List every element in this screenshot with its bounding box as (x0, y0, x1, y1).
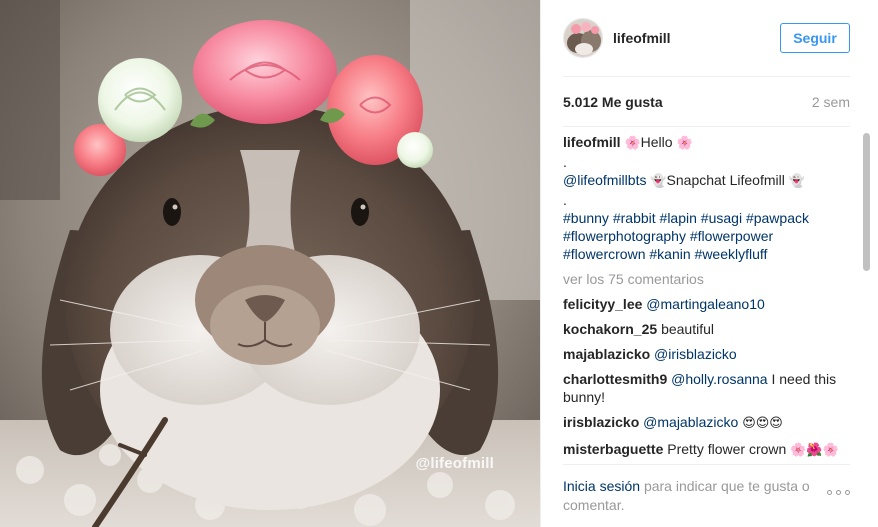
post-header: lifeofmill Seguir (563, 0, 850, 77)
caption-dot: . (563, 154, 567, 170)
likes-row: 5.012 Me gusta 2 sem (563, 78, 850, 127)
comment-item: kochakorn_25 beautiful (563, 320, 846, 338)
caption-first-line: lifeofmill 🌸Hello 🌸 (563, 133, 846, 153)
hashtag-link[interactable]: #bunny (563, 210, 609, 226)
header-username[interactable]: lifeofmill (613, 30, 671, 46)
avatar[interactable] (563, 18, 603, 58)
login-link[interactable]: Inicia sesión (563, 478, 640, 494)
flower-icon: 🌸🌺🌸 (790, 443, 839, 458)
blossom-icon: 🌸 (676, 136, 693, 151)
comment-username[interactable]: majablazicko (563, 346, 650, 362)
caption-text: Hello (640, 134, 673, 150)
rabbit-photo-illustration (0, 0, 540, 527)
comment-username[interactable]: misterbaguette (563, 441, 663, 457)
hashtag-link[interactable]: #usagi (701, 210, 742, 226)
comment-mention[interactable]: @irisblazicko (654, 346, 737, 362)
hashtag-link[interactable]: #lapin (660, 210, 697, 226)
snapchat-text: Snapchat Lifeofmill (666, 172, 785, 188)
hashtag-link[interactable]: #flowerpower (690, 228, 773, 244)
heart-eyes-icon: 😍😍😍 (742, 416, 783, 431)
hashtag-link[interactable]: #pawpack (746, 210, 809, 226)
follow-button[interactable]: Seguir (780, 23, 850, 53)
ghost-icon: 👻 (788, 174, 805, 189)
view-all-comments-link[interactable]: ver los 75 comentarios (563, 270, 846, 288)
more-dot (845, 490, 850, 495)
comment-mention[interactable]: @holly.rosanna (671, 371, 767, 387)
hashtag-link[interactable]: #flowerphotography (563, 228, 686, 244)
comment-text: beautiful (661, 321, 714, 337)
bts-account-link[interactable]: @lifeofmillbts (563, 172, 646, 188)
caption-snapchat-line: @lifeofmillbts 👻Snapchat Lifeofmill 👻 (563, 171, 846, 191)
post-side-panel: lifeofmill Seguir 5.012 Me gusta 2 sem l… (540, 0, 878, 527)
more-options-icon[interactable] (827, 490, 850, 495)
caption-username[interactable]: lifeofmill (563, 134, 621, 150)
more-dot (836, 490, 841, 495)
comment-username[interactable]: charlottesmith9 (563, 371, 667, 387)
post-age[interactable]: 2 sem (812, 94, 850, 110)
comment-item: charlottesmith9 @holly.rosanna I need th… (563, 370, 846, 406)
hashtag-link[interactable]: #weeklyfluff (695, 246, 768, 262)
likes-count[interactable]: 5.012 Me gusta (563, 94, 663, 110)
comment-item: majablazicko @irisblazicko (563, 345, 846, 363)
login-prompt: Inicia sesión para indicar que te gusta … (563, 464, 850, 527)
more-dot (827, 490, 832, 495)
blossom-icon: 🌸 (624, 136, 641, 151)
comment-username[interactable]: kochakorn_25 (563, 321, 657, 337)
hashtag-link[interactable]: #flowercrown (563, 246, 645, 262)
comment-item: felicityy_lee @martingaleano10 (563, 295, 846, 313)
avatar-image (564, 19, 602, 57)
comment-mention[interactable]: @martingaleano10 (646, 296, 765, 312)
caption-dot: . (563, 192, 567, 208)
comments-scrollbar[interactable] (863, 133, 870, 271)
post-photo[interactable]: @lifeofmill (0, 0, 540, 527)
comment-username[interactable]: felicityy_lee (563, 296, 642, 312)
comment-item: misterbaguette Pretty flower crown 🌸🌺🌸 (563, 440, 846, 460)
instagram-post: @lifeofmill lifeofmill Seguir 5.012 Me g… (0, 0, 878, 527)
comments-section[interactable]: lifeofmill 🌸Hello 🌸 . @lifeofmillbts 👻Sn… (563, 128, 862, 463)
ghost-icon: 👻 (650, 174, 667, 189)
hashtag-link[interactable]: #kanin (649, 246, 690, 262)
hashtag-link[interactable]: #rabbit (613, 210, 656, 226)
comment-mention[interactable]: @majablazicko (643, 414, 738, 430)
comment-item: irisblazicko @majablazicko 😍😍😍 (563, 413, 846, 433)
comment-username[interactable]: irisblazicko (563, 414, 639, 430)
photo-watermark: @lifeofmill (415, 455, 494, 472)
caption-hashtags: #bunny #rabbit #lapin #usagi #pawpack #f… (563, 209, 846, 263)
comment-text: Pretty flower crown (667, 441, 787, 457)
